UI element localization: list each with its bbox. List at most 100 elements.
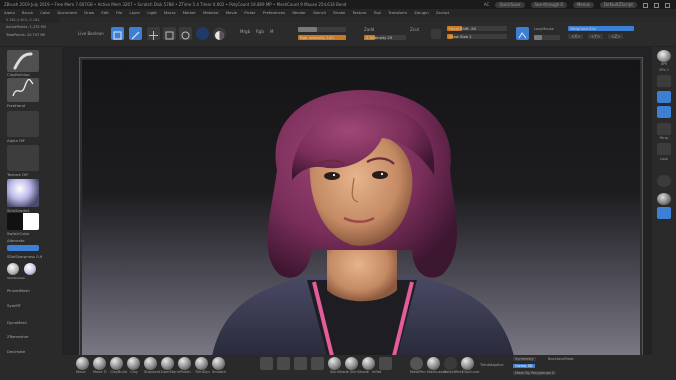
dynamic-button[interactable]: [516, 27, 529, 40]
material-1-icon[interactable]: [328, 357, 341, 370]
dynamesh-button[interactable]: DynaMesh: [7, 320, 43, 325]
x-axis-button[interactable]: <X>: [568, 34, 584, 39]
document-canvas[interactable]: [79, 57, 643, 359]
alternate-label[interactable]: Alternate: [7, 238, 43, 243]
menu-item[interactable]: Stencil: [313, 10, 326, 15]
menus-button[interactable]: Menus: [572, 2, 595, 9]
focal-shift-slider[interactable]: Focal Shift -50: [447, 26, 507, 31]
minimize-icon[interactable]: [643, 3, 648, 8]
ac-label[interactable]: AC: [484, 0, 489, 9]
z-axis-button[interactable]: <Z>: [608, 34, 624, 39]
brush-thumbnail[interactable]: [7, 50, 39, 72]
mask-lasso-icon[interactable]: [427, 357, 440, 370]
texture-thumbnail[interactable]: [7, 145, 39, 171]
brush-alpha-2-icon[interactable]: [277, 357, 290, 370]
menu-item[interactable]: Macro: [164, 10, 176, 15]
zadd-toggle[interactable]: Zadd: [364, 27, 374, 32]
brush-standard-icon[interactable]: [144, 357, 157, 370]
y-axis-button[interactable]: <Y>: [588, 34, 604, 39]
brush-alpha-4-icon[interactable]: [311, 357, 324, 370]
z-intensity-slider[interactable]: Z Intensity 25: [364, 35, 406, 40]
color-gradient-swatch[interactable]: [7, 213, 39, 230]
brush-alpha-1-icon[interactable]: [260, 357, 273, 370]
maximize-icon[interactable]: [654, 3, 659, 8]
menu-item[interactable]: Zplugin: [414, 10, 428, 15]
brush-claybuild-icon[interactable]: [110, 357, 123, 370]
material-sphere-1[interactable]: [7, 263, 19, 275]
scroll-button[interactable]: [657, 75, 671, 87]
symmetry-label[interactable]: SymMT: [7, 303, 43, 308]
see-through-slider[interactable]: See-through 0: [530, 2, 567, 9]
lazymouse-toggle[interactable]: LazyMouse: [534, 27, 554, 31]
quicksave-button[interactable]: QuickSave: [495, 2, 525, 9]
draw-button[interactable]: [129, 27, 142, 40]
gizmo-toggle[interactable]: Gizmo 3D: [513, 364, 535, 368]
menu-item[interactable]: Edit: [101, 10, 108, 15]
mask-pen-icon[interactable]: [410, 357, 423, 370]
mrgb-slider[interactable]: [298, 27, 346, 32]
menu-item[interactable]: Color: [40, 10, 50, 15]
polyf-button[interactable]: [657, 207, 671, 219]
brush-hpolish-icon[interactable]: [178, 357, 191, 370]
brush-movetr-icon[interactable]: [93, 357, 106, 370]
menu-item[interactable]: Brush: [22, 10, 33, 15]
mrgb-toggle[interactable]: Mrgb: [240, 29, 250, 34]
gradient-label[interactable]: SwitchColor: [7, 231, 43, 236]
live-boolean-button[interactable]: Live Boolean: [78, 31, 104, 36]
bpr-sphere-icon[interactable]: [657, 50, 671, 62]
menu-item[interactable]: Zscript: [436, 10, 449, 15]
m-toggle[interactable]: M: [270, 29, 273, 34]
trim-adaptive-label[interactable]: TrimAdaptive: [480, 363, 504, 367]
menu-item[interactable]: Picker: [244, 10, 255, 15]
material-thumbnail[interactable]: [7, 179, 39, 207]
color-swatch[interactable]: [213, 27, 226, 40]
material-sphere-2[interactable]: [24, 263, 36, 275]
local-label[interactable]: Local: [653, 157, 675, 161]
menu-item[interactable]: Layer: [130, 10, 141, 15]
close-icon[interactable]: [665, 3, 670, 8]
menu-item[interactable]: Light: [147, 10, 156, 15]
floor-button[interactable]: [657, 143, 671, 155]
fill-object-button[interactable]: [7, 245, 39, 251]
edit-button[interactable]: [111, 27, 124, 40]
brush-move-icon[interactable]: [76, 357, 89, 370]
menu-item[interactable]: Document: [57, 10, 77, 15]
aahalf-button[interactable]: [657, 123, 671, 135]
weighted-blur-button[interactable]: Weighted Blur: [568, 26, 634, 31]
menu-item[interactable]: Material: [203, 10, 218, 15]
draw-size-slider[interactable]: Draw Size 1: [447, 34, 507, 39]
brush-smooth-icon[interactable]: [212, 357, 225, 370]
mask-polygroups-slider[interactable]: Mask By Polygroups 0: [513, 371, 557, 375]
material-2-icon[interactable]: [345, 357, 358, 370]
brush-alpha-3-icon[interactable]: [294, 357, 307, 370]
brush-trimdyn-icon[interactable]: [195, 357, 208, 370]
menu-item[interactable]: Stroke: [333, 10, 345, 15]
brush-clay-icon[interactable]: [127, 357, 140, 370]
brush-damstan-icon[interactable]: [161, 357, 174, 370]
decimate-button[interactable]: Decimate: [7, 349, 43, 354]
zremesher-button[interactable]: ZRemesher: [7, 334, 43, 339]
menu-item[interactable]: Texture: [352, 10, 366, 15]
frame-button[interactable]: [657, 175, 671, 187]
actual-button[interactable]: [657, 106, 671, 118]
spix-slider[interactable]: SPix 3: [653, 68, 675, 72]
menu-item[interactable]: File: [116, 10, 122, 15]
zoom-button[interactable]: [657, 91, 671, 103]
material-3-icon[interactable]: [362, 357, 375, 370]
lazystep-slider[interactable]: [534, 35, 560, 40]
backface-mask-toggle[interactable]: BackfaceMask: [548, 357, 574, 361]
rgb-intensity-slider[interactable]: Rgb Intensity 100: [298, 35, 346, 40]
persp-label[interactable]: Persp: [653, 136, 675, 140]
stroke-thumbnail[interactable]: [7, 78, 39, 102]
insert-sphere-icon[interactable]: [379, 357, 392, 370]
menu-item[interactable]: Draw: [84, 10, 94, 15]
menu-item[interactable]: Preferences: [263, 10, 285, 15]
move-button[interactable]: [147, 27, 160, 40]
clip-curve-icon[interactable]: [461, 357, 474, 370]
rgb-toggle[interactable]: Rgb: [256, 29, 264, 34]
select-rect-icon[interactable]: [444, 357, 457, 370]
alpha-thumbnail[interactable]: [7, 111, 39, 137]
menu-item[interactable]: Tool: [374, 10, 381, 15]
pinned-label[interactable]: PinnedMesh: [7, 288, 43, 293]
brush-size-icon[interactable]: [431, 29, 441, 39]
